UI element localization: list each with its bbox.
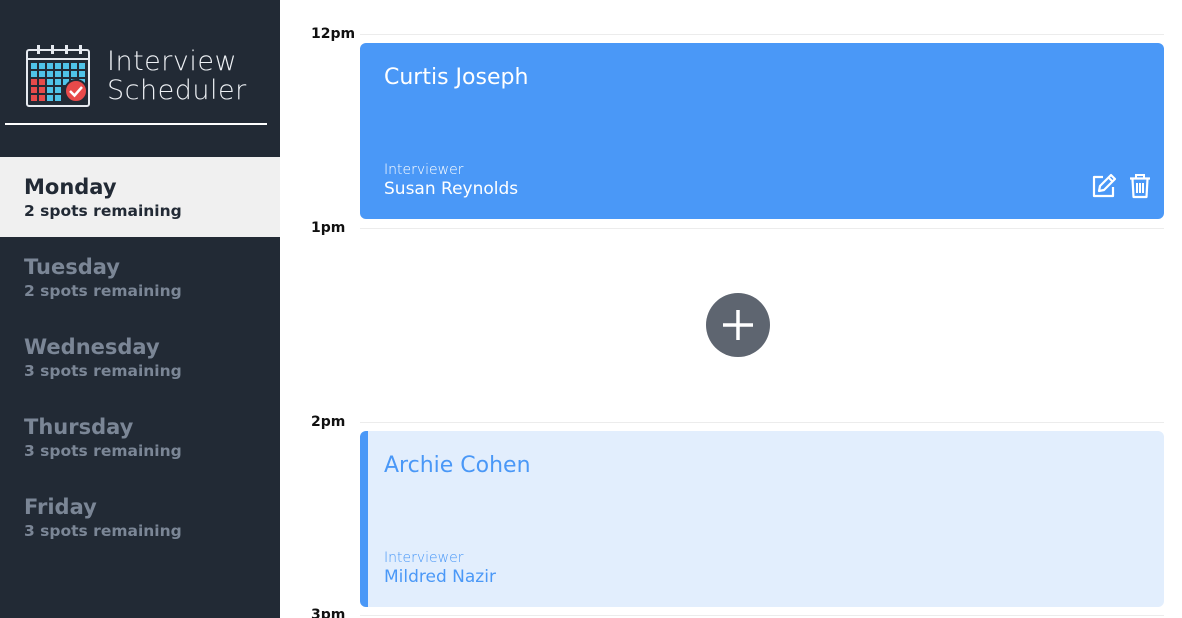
hour-divider <box>360 615 1164 616</box>
appointment-booked: Curtis Joseph Interviewer Susan Reynolds <box>360 43 1164 219</box>
hour-divider <box>360 422 1164 423</box>
day-name: Thursday <box>24 415 134 439</box>
day-item-tuesday[interactable]: Tuesday 2 spots remaining <box>0 237 280 317</box>
day-name: Tuesday <box>24 255 120 279</box>
appointment-hovered[interactable]: Archie Cohen Interviewer Mildred Nazir <box>360 431 1164 607</box>
schedule: 12pm Curtis Joseph Interviewer Susan Rey… <box>280 0 1182 618</box>
day-item-thursday[interactable]: Thursday 3 spots remaining <box>0 397 280 477</box>
plus-icon <box>723 310 753 340</box>
brand: Interview Scheduler <box>0 0 280 124</box>
edit-icon[interactable] <box>1090 172 1118 200</box>
day-spots: 3 spots remaining <box>24 362 182 380</box>
app: Interview Scheduler Monday 2 spots remai… <box>0 0 1182 618</box>
app-title: Interview Scheduler <box>107 47 247 105</box>
day-item-friday[interactable]: Friday 3 spots remaining <box>0 477 280 557</box>
student-name: Curtis Joseph <box>384 65 529 90</box>
hour-divider <box>360 228 1164 229</box>
day-spots: 2 spots remaining <box>24 282 182 300</box>
hour-label: 1pm <box>311 220 346 236</box>
add-appointment-button[interactable] <box>706 293 770 357</box>
hour-label: 3pm <box>311 607 346 618</box>
day-spots: 2 spots remaining <box>24 202 182 220</box>
day-item-monday[interactable]: Monday 2 spots remaining <box>0 157 280 237</box>
sidebar-divider <box>5 123 267 125</box>
day-name: Monday <box>24 175 117 199</box>
day-name: Friday <box>24 495 97 519</box>
student-name: Archie Cohen <box>384 453 531 478</box>
day-spots: 3 spots remaining <box>24 442 182 460</box>
day-list: Monday 2 spots remaining Tuesday 2 spots… <box>0 157 280 557</box>
trash-icon[interactable] <box>1126 172 1154 200</box>
appointment-actions <box>1090 172 1154 200</box>
interviewer-label: Interviewer <box>384 550 464 566</box>
hour-label: 2pm <box>311 414 346 430</box>
app-title-line2: Scheduler <box>107 75 247 106</box>
hour-label: 12pm <box>311 26 356 42</box>
calendar-logo-icon <box>26 45 90 107</box>
hour-divider <box>360 34 1164 35</box>
interviewer-name: Mildred Nazir <box>384 567 496 587</box>
day-item-wednesday[interactable]: Wednesday 3 spots remaining <box>0 317 280 397</box>
day-spots: 3 spots remaining <box>24 522 182 540</box>
app-title-line1: Interview <box>107 46 238 77</box>
interviewer-name: Susan Reynolds <box>384 179 519 199</box>
day-name: Wednesday <box>24 335 160 359</box>
sidebar: Interview Scheduler Monday 2 spots remai… <box>0 0 280 618</box>
interviewer-label: Interviewer <box>384 162 464 178</box>
